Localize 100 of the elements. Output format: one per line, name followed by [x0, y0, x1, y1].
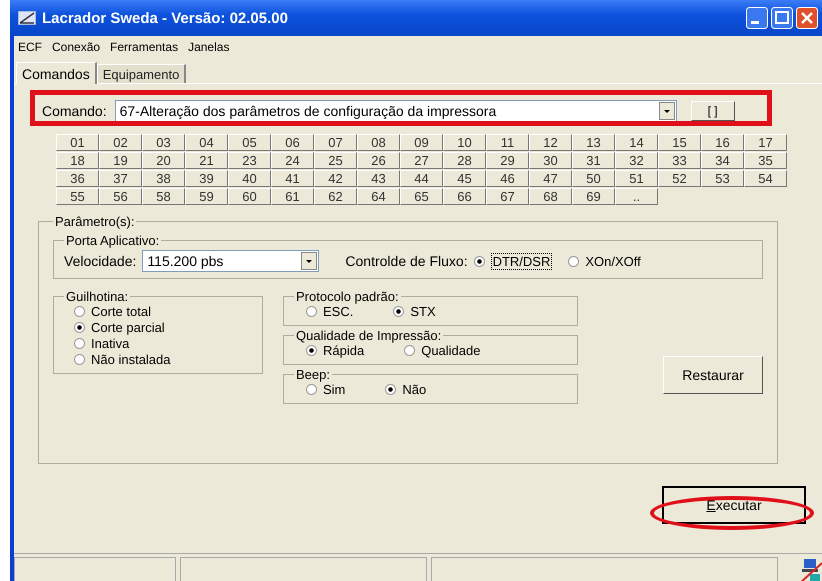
- command-number-button[interactable]: 44: [400, 170, 443, 187]
- command-number-button[interactable]: 64: [357, 188, 400, 205]
- command-number-button[interactable]: 27: [400, 152, 443, 169]
- command-number-button[interactable]: 65: [400, 188, 443, 205]
- command-number-button[interactable]: 53: [701, 170, 744, 187]
- radio-option[interactable]: Rápida: [306, 343, 364, 358]
- command-number-button[interactable]: 05: [228, 134, 271, 151]
- command-number-button[interactable]: 67: [486, 188, 529, 205]
- command-dropdown[interactable]: 67-Alteração dos parâmetros de configuração da impressora: [114, 100, 677, 122]
- command-number-button[interactable]: 40: [228, 170, 271, 187]
- command-number-button[interactable]: 45: [443, 170, 486, 187]
- maximize-icon[interactable]: [771, 7, 793, 29]
- command-number-button[interactable]: 17: [744, 134, 787, 151]
- radio-option[interactable]: Não: [385, 382, 426, 397]
- minimize-icon[interactable]: [746, 7, 768, 29]
- command-number-button[interactable]: 11: [486, 134, 529, 151]
- command-number-button[interactable]: 34: [701, 152, 744, 169]
- speed-dropdown[interactable]: 115.200 pbs: [142, 250, 320, 272]
- command-number-button[interactable]: 41: [271, 170, 314, 187]
- command-number-button[interactable]: 51: [615, 170, 658, 187]
- command-number-button[interactable]: 07: [314, 134, 357, 151]
- command-number-button[interactable]: 03: [142, 134, 185, 151]
- radio-icon[interactable]: [393, 306, 404, 317]
- command-number-button[interactable]: 32: [615, 152, 658, 169]
- command-number-button[interactable]: 09: [400, 134, 443, 151]
- command-number-button[interactable]: 15: [658, 134, 701, 151]
- command-number-button[interactable]: 20: [142, 152, 185, 169]
- command-number-button[interactable]: 43: [357, 170, 400, 187]
- radio-icon[interactable]: [404, 345, 416, 356]
- radio-option[interactable]: Não instalada: [74, 352, 242, 367]
- bracket-button[interactable]: [ ]: [690, 101, 735, 121]
- command-number-button[interactable]: 25: [314, 152, 357, 169]
- command-number-button[interactable]: 10: [443, 134, 486, 151]
- command-number-button[interactable]: 60: [228, 188, 271, 205]
- close-icon[interactable]: [796, 7, 818, 29]
- menu-item[interactable]: Ferramentas: [110, 40, 178, 54]
- command-number-button[interactable]: 61: [271, 188, 314, 205]
- command-number-button[interactable]: 01: [56, 134, 99, 151]
- command-number-button[interactable]: 38: [142, 170, 185, 187]
- radio-icon[interactable]: [74, 354, 85, 365]
- command-number-button[interactable]: 21: [185, 152, 228, 169]
- radio-option[interactable]: STX: [393, 304, 436, 319]
- command-number-button[interactable]: 33: [658, 152, 701, 169]
- command-number-button[interactable]: 50: [572, 170, 615, 187]
- menu-item[interactable]: Conexão: [52, 40, 100, 54]
- radio-option[interactable]: Inativa: [74, 336, 242, 351]
- command-number-button[interactable]: 36: [56, 170, 99, 187]
- command-number-button[interactable]: 58: [142, 188, 185, 205]
- command-number-button[interactable]: 12: [529, 134, 572, 151]
- radio-icon[interactable]: [474, 256, 485, 266]
- execute-button[interactable]: Executar: [662, 486, 806, 524]
- tab[interactable]: Comandos: [16, 62, 97, 84]
- command-number-button[interactable]: ..: [615, 188, 658, 205]
- radio-icon[interactable]: [306, 345, 317, 356]
- command-number-button[interactable]: 18: [56, 152, 99, 169]
- radio-icon[interactable]: [306, 384, 317, 395]
- command-number-button[interactable]: 06: [271, 134, 314, 151]
- command-number-button[interactable]: 68: [529, 188, 572, 205]
- command-number-button[interactable]: 55: [56, 188, 99, 205]
- radio-option[interactable]: Sim: [306, 382, 346, 397]
- menu-item[interactable]: Janelas: [188, 40, 230, 54]
- radio-icon[interactable]: [74, 306, 85, 317]
- command-number-button[interactable]: 24: [271, 152, 314, 169]
- command-number-button[interactable]: 04: [185, 134, 228, 151]
- command-number-button[interactable]: 46: [486, 170, 529, 187]
- radio-icon[interactable]: [74, 338, 85, 349]
- command-number-button[interactable]: 08: [357, 134, 400, 151]
- radio-option[interactable]: XOn/XOff: [568, 254, 641, 268]
- menu-item[interactable]: ECF: [18, 40, 42, 54]
- tab[interactable]: Equipamento: [96, 64, 186, 83]
- command-number-button[interactable]: 52: [658, 170, 701, 187]
- command-number-button[interactable]: 54: [744, 170, 787, 187]
- command-number-button[interactable]: 59: [185, 188, 228, 205]
- command-number-button[interactable]: 47: [529, 170, 572, 187]
- command-number-button[interactable]: 37: [99, 170, 142, 187]
- command-number-button[interactable]: 69: [572, 188, 615, 205]
- command-number-button[interactable]: 14: [615, 134, 658, 151]
- radio-icon[interactable]: [74, 322, 85, 333]
- radio-option[interactable]: Corte parcial: [74, 320, 242, 335]
- command-number-button[interactable]: 62: [314, 188, 357, 205]
- command-number-button[interactable]: 26: [357, 152, 400, 169]
- radio-icon[interactable]: [385, 384, 396, 395]
- radio-option[interactable]: Corte total: [74, 304, 242, 319]
- restore-button[interactable]: Restaurar: [663, 356, 763, 394]
- command-number-button[interactable]: 16: [701, 134, 744, 151]
- command-number-button[interactable]: 42: [314, 170, 357, 187]
- command-number-button[interactable]: 28: [443, 152, 486, 169]
- radio-option[interactable]: Qualidade: [404, 343, 480, 358]
- command-number-button[interactable]: 31: [572, 152, 615, 169]
- command-number-button[interactable]: 19: [99, 152, 142, 169]
- command-number-button[interactable]: 23: [228, 152, 271, 169]
- command-number-button[interactable]: 56: [99, 188, 142, 205]
- command-number-button[interactable]: 39: [185, 170, 228, 187]
- command-number-button[interactable]: 13: [572, 134, 615, 151]
- command-number-button[interactable]: 35: [744, 152, 787, 169]
- command-number-button[interactable]: 02: [99, 134, 142, 151]
- command-number-button[interactable]: 66: [443, 188, 486, 205]
- radio-icon[interactable]: [568, 256, 580, 266]
- command-number-button[interactable]: 30: [529, 152, 572, 169]
- radio-option[interactable]: ESC.: [306, 304, 354, 319]
